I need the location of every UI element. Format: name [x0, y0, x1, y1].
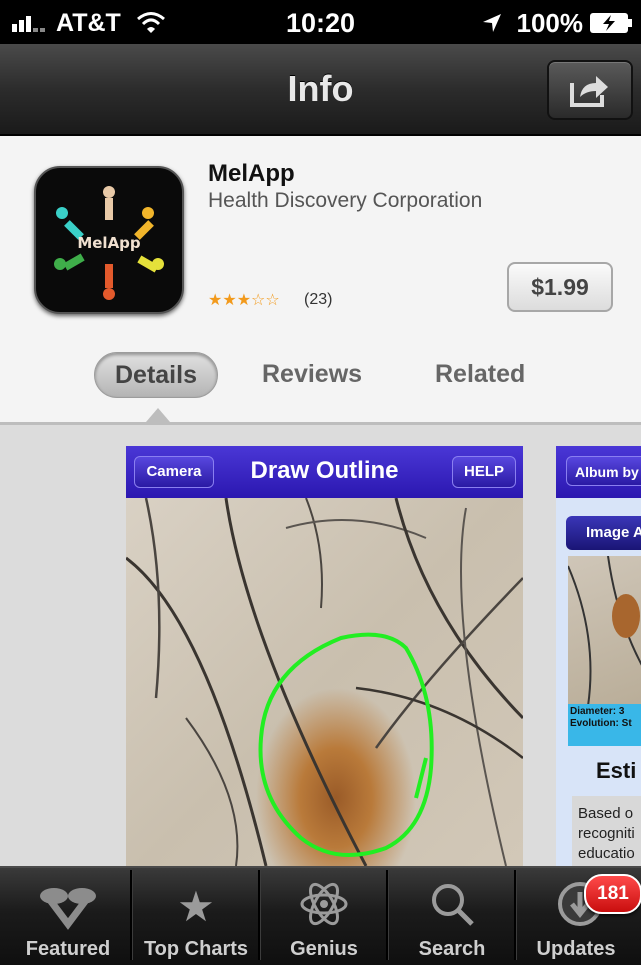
- screenshot-image-button: Image A: [566, 516, 641, 550]
- page-title: Info: [287, 68, 354, 109]
- app-screenshot[interactable]: Draw Outline Camera HELP: [126, 446, 523, 866]
- tab-label: Genius: [290, 938, 358, 960]
- tab-details[interactable]: Details: [94, 352, 218, 398]
- skin-image: [126, 497, 523, 866]
- app-name: MelApp: [208, 160, 295, 187]
- screenshot-measurements: Diameter: 3 Evolution: St: [568, 704, 641, 746]
- screenshot-help-button: HELP: [452, 456, 516, 488]
- screenshot-camera-button: Camera: [134, 456, 214, 488]
- tab-label: Top Charts: [143, 938, 249, 960]
- app-icon: MelApp: [34, 166, 184, 314]
- app-screenshot-2[interactable]: Album by Image A Diameter: 3 Evolution: …: [556, 446, 641, 866]
- share-button[interactable]: [547, 60, 633, 120]
- tab-genius[interactable]: Genius: [260, 866, 388, 963]
- tab-label: Search: [418, 938, 486, 960]
- body-line: recogniti: [578, 825, 635, 842]
- battery-percent: 100%: [516, 8, 584, 38]
- featured-icon: [40, 888, 96, 930]
- status-bar: AT&T 10:20 100%: [0, 0, 641, 44]
- developer-name[interactable]: Health Discovery Corporation: [208, 189, 482, 213]
- share-icon: [570, 76, 608, 107]
- search-icon: [432, 884, 474, 926]
- star-icon: ★: [177, 883, 215, 930]
- rating-stars: ★★★☆☆: [208, 292, 280, 309]
- screenshot-heading: Esti: [596, 758, 637, 783]
- diameter-text: Diameter: 3: [570, 706, 625, 717]
- app-icon-logo-text: MelApp: [77, 234, 141, 252]
- tab-reviews[interactable]: Reviews: [262, 352, 362, 396]
- tab-featured[interactable]: Featured: [4, 866, 132, 963]
- tab-search[interactable]: Search: [388, 866, 516, 963]
- screenshot-thumbnail: [567, 555, 641, 707]
- tab-label: Updates: [536, 938, 616, 960]
- atom-icon: [300, 882, 348, 926]
- body-line: educatio: [578, 845, 635, 862]
- tab-label: Featured: [25, 938, 111, 960]
- tab-related[interactable]: Related: [435, 352, 525, 396]
- body-line: Based o: [578, 805, 634, 822]
- tab-top-charts[interactable]: ★ Top Charts: [132, 866, 260, 963]
- battery-icon: [590, 13, 632, 33]
- evolution-text: Evolution: St: [570, 718, 632, 729]
- screenshot-album-button: Album by: [566, 456, 641, 486]
- navigation-bar: Info: [0, 44, 641, 136]
- updates-badge: 181: [584, 874, 641, 914]
- selected-tab-pointer: [146, 408, 170, 422]
- rating-count: (23): [304, 291, 333, 308]
- price-button[interactable]: $1.99: [507, 262, 613, 312]
- screenshot-body-text: Based o recogniti educatio: [572, 796, 641, 866]
- location-arrow-icon: [483, 14, 501, 32]
